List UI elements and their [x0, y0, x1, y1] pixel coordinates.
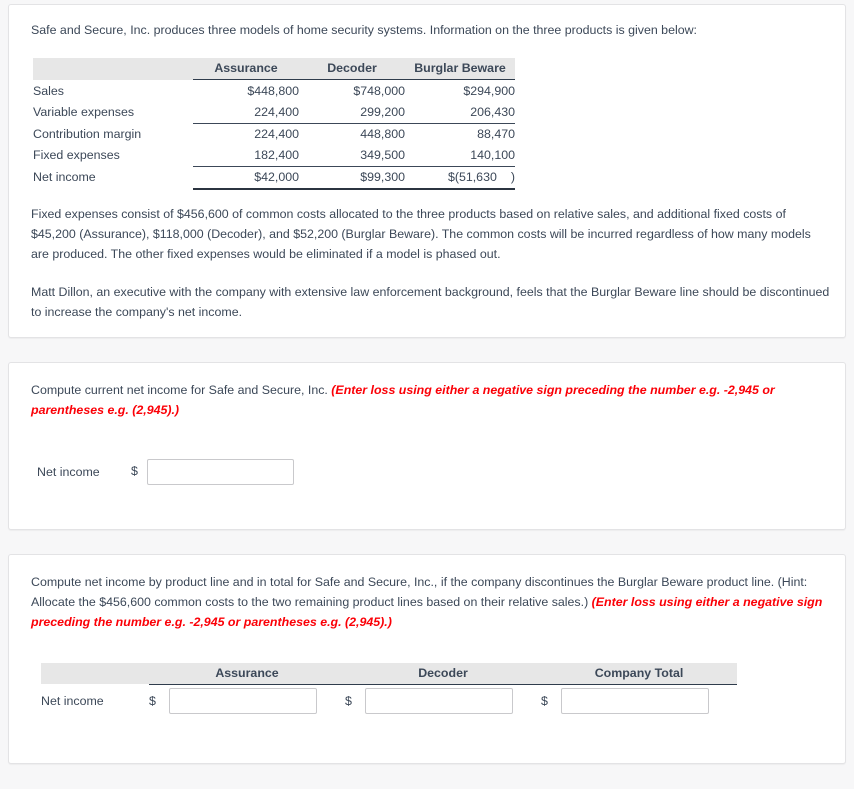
cell-sales-burglar-beware: $294,900: [463, 84, 515, 99]
problem-paragraph-2: Matt Dillon, an executive with the compa…: [31, 284, 830, 319]
column-header-assurance: Assurance: [193, 58, 299, 81]
requirement-2-prompt: Compute net income by product line and i…: [31, 573, 831, 633]
requirement-2-column-header-assurance: Assurance: [149, 662, 345, 685]
cell-variable-expenses-decoder: 299,200: [299, 102, 405, 125]
requirement-2-cell-assurance: [169, 684, 345, 718]
income-statement-table: Assurance Decoder Burglar Beware Sales $…: [33, 58, 515, 191]
requirement-2-column-header-company-total: Company Total: [541, 662, 737, 685]
cell-contribution-margin-burglar-beware: 88,470: [477, 127, 515, 142]
requirement-2-decoder-input[interactable]: [365, 688, 513, 715]
column-header-decoder: Decoder: [299, 58, 405, 81]
cell-variable-expenses-burglar-beware: 206,430: [405, 102, 515, 125]
column-header-blank: [33, 58, 193, 80]
requirement-2-table-wrapper: Assurance Decoder Company Total Net inco…: [41, 662, 831, 719]
requirement-2-net-income-row: Net income $ $ $: [41, 684, 737, 718]
problem-intro-text: Safe and Secure, Inc. produces three mod…: [31, 23, 697, 37]
requirement-2-company-total-input[interactable]: [561, 688, 709, 715]
requirement-2-header-row: Assurance Decoder Company Total: [41, 662, 737, 685]
problem-paragraph-1: Fixed expenses consist of $456,600 of co…: [31, 207, 811, 262]
row-label-fixed-expenses: Fixed expenses: [33, 148, 120, 163]
table-header-row: Assurance Decoder Burglar Beware: [33, 58, 515, 81]
row-label-contribution-margin: Contribution margin: [33, 126, 142, 141]
requirement-2-dollar-sign-decoder: $: [345, 694, 352, 709]
row-label-net-income: Net income: [33, 170, 96, 185]
row-label-sales: Sales: [33, 83, 64, 98]
requirement-2-cell-company-total: [561, 684, 737, 718]
cell-net-income-decoder: $99,300: [299, 166, 405, 191]
requirement-2-dollar-sign-assurance: $: [149, 694, 156, 709]
cell-fixed-expenses-decoder: 349,500: [299, 145, 405, 168]
requirement-1-dollar-sign: $: [131, 463, 138, 478]
table-row-fixed-expenses: Fixed expenses 182,400 349,500 140,100: [33, 145, 515, 168]
net-income-burglar-close-paren: ): [510, 170, 515, 185]
requirement-2-table-head: Assurance Decoder Company Total: [41, 662, 737, 685]
requirement-1-answer-label: Net income: [37, 464, 100, 479]
requirement-2-row-label-net-income: Net income: [41, 694, 104, 709]
column-header-burglar-beware: Burglar Beware: [405, 58, 515, 81]
requirement-2-column-header-decoder: Decoder: [345, 662, 541, 685]
requirement-1-prompt-plain: Compute current net income for Safe and …: [31, 383, 332, 397]
income-statement-table-wrapper: Assurance Decoder Burglar Beware Sales $…: [33, 58, 831, 191]
table-row-variable-expenses: Variable expenses 224,400 299,200 206,43…: [33, 102, 515, 125]
cell-contribution-margin-assurance: 224,400: [254, 127, 299, 142]
requirement-2-column-header-blank: [41, 662, 149, 685]
table-row-sales: Sales $448,800 $748,000 $294,900: [33, 80, 515, 103]
cell-net-income-burglar-beware: $(51,630): [405, 166, 515, 191]
requirement-1-net-income-input[interactable]: [147, 458, 294, 485]
cell-net-income-assurance: $42,000: [193, 166, 299, 191]
requirement-2-assurance-input[interactable]: [169, 688, 317, 715]
row-label-variable-expenses: Variable expenses: [33, 105, 135, 120]
cell-sales-decoder: $748,000: [353, 84, 405, 99]
requirement-1-prompt: Compute current net income for Safe and …: [31, 381, 831, 421]
table-head: Assurance Decoder Burglar Beware: [33, 58, 515, 81]
table-row-contribution-margin: Contribution margin 224,400 448,800 88,4…: [33, 124, 515, 146]
cell-fixed-expenses-assurance: 182,400: [193, 145, 299, 168]
requirement-1-answer-row: Net income $: [37, 458, 831, 485]
problem-statement-card: Safe and Secure, Inc. produces three mod…: [8, 4, 846, 338]
page-root: Safe and Secure, Inc. produces three mod…: [0, 0, 854, 789]
net-income-burglar-value: $(51,630: [447, 170, 497, 185]
requirement-2-table-body: Net income $ $ $: [41, 684, 737, 718]
cell-contribution-margin-decoder: 448,800: [360, 127, 405, 142]
requirement-2-cell-decoder: [365, 684, 541, 718]
cell-variable-expenses-assurance: 224,400: [193, 102, 299, 125]
requirement-2-dollar-sign-company-total: $: [541, 694, 548, 709]
requirement-2-table: Assurance Decoder Company Total Net inco…: [41, 662, 737, 719]
requirement-1-card: Compute current net income for Safe and …: [8, 362, 846, 530]
requirement-2-card: Compute net income by product line and i…: [8, 554, 846, 764]
table-body: Sales $448,800 $748,000 $294,900 Variabl…: [33, 80, 515, 191]
cell-fixed-expenses-burglar-beware: 140,100: [405, 145, 515, 168]
cell-sales-assurance: $448,800: [247, 84, 299, 99]
table-row-net-income: Net income $42,000 $99,300 $(51,630): [33, 166, 515, 191]
